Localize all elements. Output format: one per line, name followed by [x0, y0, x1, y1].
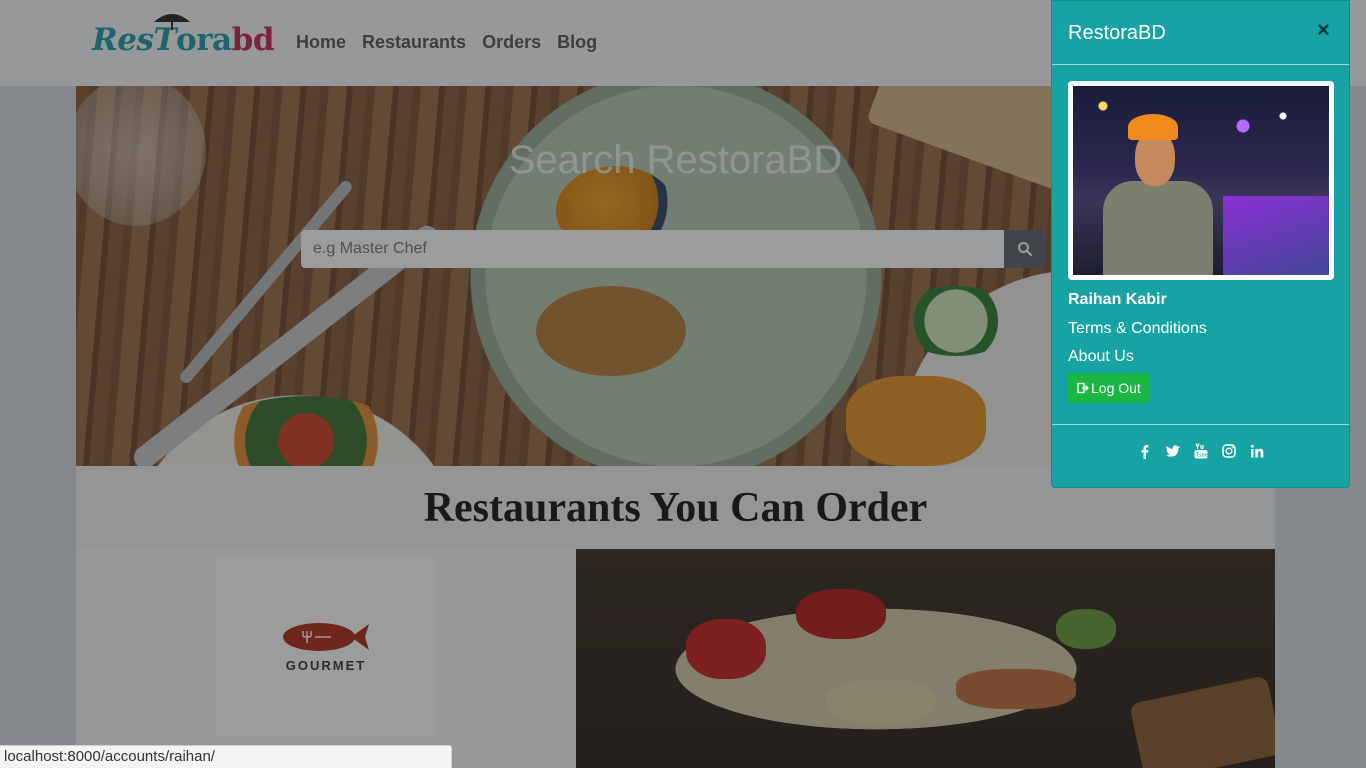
user-name: Raihan Kabir	[1068, 291, 1167, 308]
sidebar-divider	[1052, 424, 1349, 425]
avatar-photo-decor	[1223, 196, 1329, 275]
sidebar-header: RestoraBD ×	[1052, 1, 1349, 65]
close-button[interactable]: ×	[1317, 17, 1330, 43]
about-link[interactable]: About Us	[1068, 348, 1134, 366]
youtube-icon[interactable]: Tube	[1194, 442, 1208, 460]
avatar	[1068, 81, 1334, 280]
avatar-photo-decor	[1103, 181, 1213, 275]
twitter-icon[interactable]	[1165, 442, 1180, 460]
instagram-icon[interactable]	[1221, 442, 1236, 460]
terms-link[interactable]: Terms & Conditions	[1068, 320, 1207, 338]
logout-label: Log Out	[1091, 380, 1141, 396]
logout-icon	[1077, 382, 1089, 394]
status-bar-url: localhost:8000/accounts/raihan/	[0, 745, 452, 768]
sidebar-panel: RestoraBD × Raihan Kabir Terms & Conditi…	[1051, 0, 1350, 488]
linkedin-icon[interactable]	[1250, 442, 1264, 460]
social-links: Tube	[1052, 442, 1349, 460]
facebook-icon[interactable]	[1138, 442, 1152, 460]
sidebar-title: RestoraBD	[1068, 22, 1166, 44]
avatar-photo-decor	[1073, 86, 1329, 146]
logout-button[interactable]: Log Out	[1068, 373, 1150, 403]
avatar-photo-decor	[1128, 114, 1178, 140]
svg-text:Tube: Tube	[1195, 453, 1208, 459]
